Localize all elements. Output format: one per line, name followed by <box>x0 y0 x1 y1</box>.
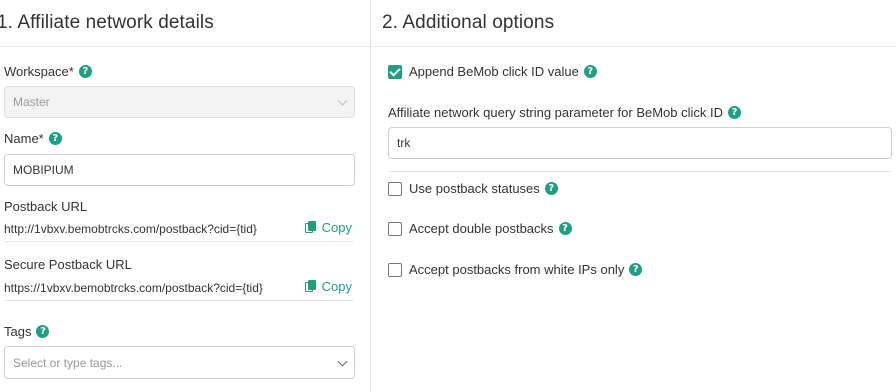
section-title-options: 2. Additional options <box>382 12 555 33</box>
postback-url-value: http://1vbxv.bemobtrcks.com/postback?cid… <box>4 222 257 236</box>
query-param-input[interactable]: trk <box>388 127 892 159</box>
tags-label-text: Tags <box>4 324 32 339</box>
section-title-details: 1. Affiliate network details <box>0 12 214 33</box>
copy-secure-postback-button[interactable]: Copy <box>304 279 352 294</box>
query-param-input-value: trk <box>397 136 411 150</box>
postback-url-label: Postback URL <box>4 199 87 214</box>
secure-postback-url-label: Secure Postback URL <box>4 257 132 272</box>
header-divider <box>0 46 370 47</box>
tags-select-placeholder: Select or type tags... <box>13 355 123 370</box>
copy-secure-postback-label: Copy <box>321 279 352 294</box>
secure-postback-url-label-text: Secure Postback URL <box>4 257 132 272</box>
postback-statuses-checkbox[interactable] <box>388 181 402 196</box>
help-icon[interactable]: ? <box>36 325 50 338</box>
white-ips-option[interactable]: Accept postbacks from white IPs only ? <box>388 262 643 277</box>
append-click-id-label: Append BeMob click ID value <box>409 64 579 79</box>
chevron-down-icon <box>337 356 348 367</box>
postback-url-label-text: Postback URL <box>4 199 88 214</box>
double-postbacks-label: Accept double postbacks <box>409 221 554 236</box>
workspace-select: Master <box>4 86 355 118</box>
options-divider <box>388 171 892 172</box>
help-icon[interactable]: ? <box>48 132 62 145</box>
help-icon[interactable]: ? <box>728 106 742 119</box>
secure-postback-url-row: https://1vbxv.bemobtrcks.com/postback?ci… <box>4 277 354 301</box>
copy-icon <box>304 280 316 293</box>
copy-postback-button[interactable]: Copy <box>304 220 352 235</box>
name-label: Name* ? <box>4 131 62 146</box>
name-input-value: MOBIPIUM <box>13 163 74 177</box>
postback-statuses-option[interactable]: Use postback statuses ? <box>388 181 558 196</box>
help-icon[interactable]: ? <box>78 65 92 78</box>
double-postbacks-option[interactable]: Accept double postbacks ? <box>388 221 572 236</box>
workspace-select-value: Master <box>13 95 50 109</box>
white-ips-checkbox[interactable] <box>388 262 402 277</box>
postback-statuses-label: Use postback statuses <box>409 181 540 196</box>
white-ips-label: Accept postbacks from white IPs only <box>409 262 625 277</box>
workspace-label: Workspace* ? <box>4 64 92 79</box>
help-icon[interactable]: ? <box>583 65 597 78</box>
name-label-text: Name* <box>4 131 44 146</box>
double-postbacks-checkbox[interactable] <box>388 221 402 236</box>
header-divider <box>372 46 896 47</box>
tags-label: Tags ? <box>4 324 50 339</box>
affiliate-network-details-panel: 1. Affiliate network details Workspace* … <box>0 0 371 392</box>
tags-select[interactable]: Select or type tags... <box>4 346 355 379</box>
postback-url-row: http://1vbxv.bemobtrcks.com/postback?cid… <box>4 218 354 242</box>
additional-options-panel: 2. Additional options Append BeMob click… <box>372 0 896 392</box>
copy-icon <box>304 221 316 234</box>
append-click-id-checkbox[interactable] <box>388 64 402 79</box>
help-icon[interactable]: ? <box>544 182 558 195</box>
help-icon[interactable]: ? <box>629 263 643 276</box>
help-icon[interactable]: ? <box>558 222 572 235</box>
append-click-id-option[interactable]: Append BeMob click ID value ? <box>388 64 597 79</box>
chevron-down-icon <box>337 95 348 106</box>
copy-postback-label: Copy <box>321 220 352 235</box>
query-param-label: Affiliate network query string parameter… <box>388 105 742 120</box>
name-input[interactable]: MOBIPIUM <box>4 154 355 186</box>
query-param-label-text: Affiliate network query string parameter… <box>388 105 724 120</box>
workspace-label-text: Workspace* <box>4 64 74 79</box>
secure-postback-url-value: https://1vbxv.bemobtrcks.com/postback?ci… <box>4 281 263 295</box>
